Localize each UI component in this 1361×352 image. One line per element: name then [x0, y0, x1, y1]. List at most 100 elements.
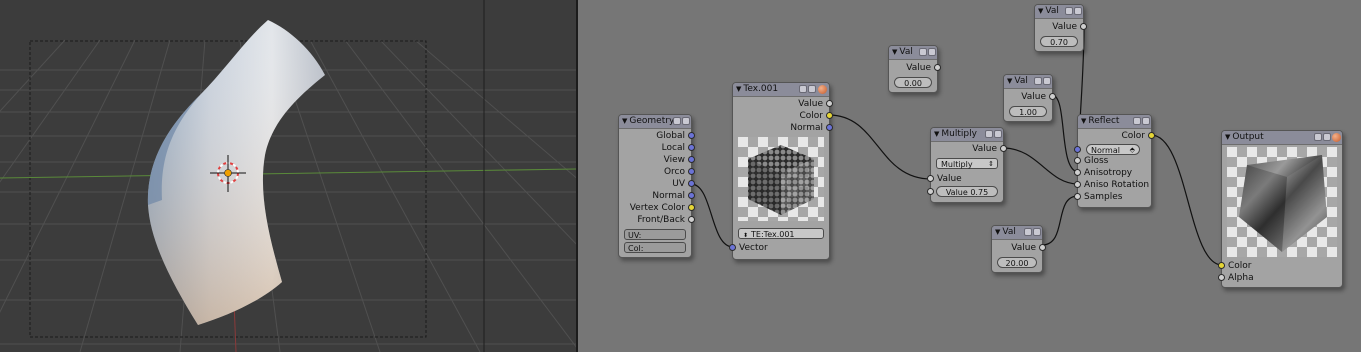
socket-normal-in[interactable] — [1074, 146, 1081, 153]
node-options-icon[interactable] — [1065, 7, 1073, 15]
output-socket[interactable] — [1049, 93, 1056, 100]
val-node-1[interactable]: ▼ Val Value 0.00 — [888, 45, 941, 93]
value-field[interactable]: Value 0.75 — [936, 186, 998, 197]
socket-normal[interactable] — [688, 192, 695, 199]
output-label: Value — [1011, 243, 1036, 253]
node-header[interactable]: ▼ Tex.001 — [733, 83, 829, 97]
socket-alpha[interactable] — [1218, 274, 1225, 281]
texture-preview — [738, 137, 824, 221]
socket-input-1[interactable] — [927, 175, 934, 182]
node-title: Val — [899, 47, 913, 57]
texture-selector[interactable]: ⬍ TE:Tex.001 — [738, 228, 824, 239]
node-title: Multiply — [941, 129, 977, 139]
val-node-4[interactable]: ▼ Val Value 20.00 — [991, 225, 1046, 273]
node-options-icon[interactable] — [1314, 133, 1322, 141]
node-options-icon[interactable] — [1024, 228, 1032, 236]
node-header[interactable]: ▼ Multiply — [931, 128, 1003, 142]
val-node-3[interactable]: ▼ Val Value 1.00 — [1003, 74, 1056, 122]
node-collapse-icon[interactable] — [1074, 7, 1082, 15]
output-preview — [1227, 147, 1337, 257]
node-header[interactable]: ▼ Val — [992, 226, 1042, 240]
socket-vector[interactable] — [729, 244, 736, 251]
socket-aniso-rotation[interactable] — [1074, 181, 1081, 188]
3d-viewport[interactable] — [0, 0, 576, 352]
input-anisotropy: Anisotropy — [1084, 168, 1133, 178]
node-editor[interactable]: ▼ Val Value 0.00 ▼ Val Value 0.70 ▼ Val Val… — [578, 0, 1361, 352]
socket-input-2[interactable] — [927, 188, 934, 195]
output-socket[interactable] — [1039, 244, 1046, 251]
node-title: Reflect — [1088, 116, 1120, 126]
node-options-icon[interactable] — [673, 117, 681, 125]
socket-view[interactable] — [688, 156, 695, 163]
link-out — [1150, 134, 1223, 266]
output-color: Color — [1121, 131, 1146, 141]
socket-color-in[interactable] — [1218, 262, 1225, 269]
node-collapse-icon[interactable] — [928, 48, 936, 56]
socket-samples[interactable] — [1074, 193, 1081, 200]
node-header[interactable]: ▼ Geometry — [619, 115, 691, 129]
normal-dropdown[interactable]: Normal ⬘ — [1086, 144, 1140, 155]
input-samples: Samples — [1084, 192, 1123, 202]
preview-toggle-icon[interactable] — [1332, 133, 1341, 142]
node-options-icon[interactable] — [1034, 77, 1042, 85]
socket-gloss[interactable] — [1074, 157, 1081, 164]
socket-orco[interactable] — [688, 168, 695, 175]
socket-output[interactable] — [1000, 145, 1007, 152]
preview-toggle-icon[interactable] — [818, 85, 827, 94]
node-header[interactable]: ▼ Val — [889, 46, 937, 60]
value-field[interactable]: 1.00 — [1009, 106, 1047, 117]
operation-dropdown[interactable]: Multiply ⇕ — [936, 158, 998, 169]
input-value: Value — [937, 174, 962, 184]
node-title: Geometry — [629, 116, 675, 126]
node-options-icon[interactable] — [985, 130, 993, 138]
value-field[interactable]: 0.70 — [1040, 36, 1078, 47]
node-title: Val — [1014, 76, 1028, 86]
output-node[interactable]: ▼ Output Color Alpha — [1218, 130, 1343, 288]
socket-uv[interactable] — [688, 180, 695, 187]
node-options-icon[interactable] — [1133, 117, 1141, 125]
uv-field[interactable]: UV: — [624, 229, 686, 240]
dropdown-arrow-icon: ⇕ — [988, 160, 994, 168]
output-socket[interactable] — [1080, 23, 1087, 30]
multiply-node[interactable]: ▼ Multiply Value Multiply ⇕ Value Value 0… — [927, 127, 1007, 203]
node-collapse-icon[interactable] — [1323, 133, 1331, 141]
node-header[interactable]: ▼ Output — [1222, 131, 1342, 145]
value-field[interactable]: 20.00 — [997, 257, 1037, 268]
texture-node[interactable]: ▼ Tex.001 Value Color Normal ⬍ TE:Tex.00… — [729, 82, 833, 260]
node-title: Tex.001 — [743, 84, 779, 94]
node-options-icon[interactable] — [799, 85, 807, 93]
reflect-node[interactable]: ▼ Reflect Color Normal ⬘ Gloss Anisotropy… — [1074, 114, 1155, 208]
output-local: Local — [661, 143, 685, 153]
socket-vertex-color[interactable] — [688, 204, 695, 211]
col-field[interactable]: Col: — [624, 242, 686, 253]
link-val4 — [1041, 195, 1079, 246]
node-header[interactable]: ▼ Reflect — [1078, 115, 1151, 129]
node-collapse-icon[interactable] — [1043, 77, 1051, 85]
socket-color[interactable] — [826, 112, 833, 119]
output-socket[interactable] — [934, 64, 941, 71]
node-collapse-icon[interactable] — [808, 85, 816, 93]
socket-value[interactable] — [826, 100, 833, 107]
output-value: Value — [798, 99, 823, 109]
node-options-icon[interactable] — [919, 48, 927, 56]
node-header[interactable]: ▼ Val — [1035, 5, 1083, 19]
node-collapse-icon[interactable] — [1033, 228, 1041, 236]
node-header[interactable]: ▼ Val — [1004, 75, 1052, 89]
output-global: Global — [656, 131, 685, 141]
socket-color-out[interactable] — [1148, 132, 1155, 139]
node-collapse-icon[interactable] — [994, 130, 1002, 138]
node-collapse-icon[interactable] — [682, 117, 690, 125]
geometry-node[interactable]: ▼ Geometry Global Local View Orco UV Norm… — [618, 114, 695, 258]
socket-front-back[interactable] — [688, 216, 695, 223]
value-field[interactable]: 0.00 — [894, 77, 932, 88]
output-view: View — [663, 155, 685, 165]
node-title: Val — [1002, 227, 1016, 237]
node-collapse-icon[interactable] — [1142, 117, 1150, 125]
socket-global[interactable] — [688, 132, 695, 139]
socket-local[interactable] — [688, 144, 695, 151]
rendered-cube-icon — [1239, 155, 1327, 252]
val-node-2[interactable]: ▼ Val Value 0.70 — [1034, 4, 1087, 52]
socket-anisotropy[interactable] — [1074, 169, 1081, 176]
output-vertex-color: Vertex Color — [629, 203, 685, 213]
socket-normal[interactable] — [826, 124, 833, 131]
